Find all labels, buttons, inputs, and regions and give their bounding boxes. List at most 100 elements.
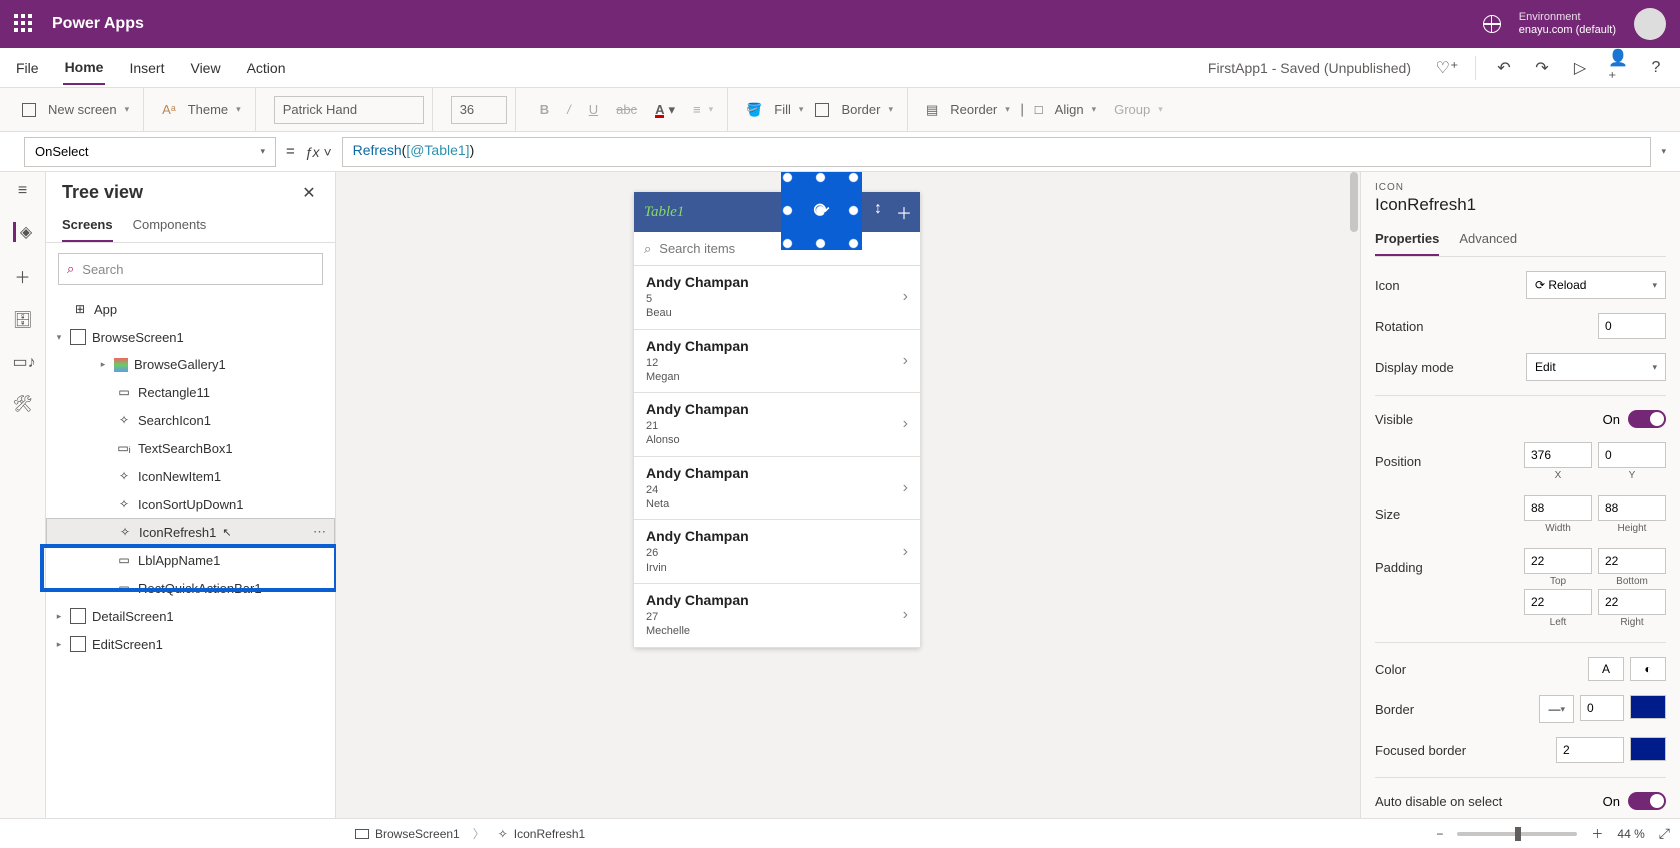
menu-view[interactable]: View [188, 52, 222, 84]
list-item[interactable]: Andy Champan12Megan› [634, 330, 920, 394]
tab-screens[interactable]: Screens [62, 209, 113, 242]
list-item[interactable]: Andy Champan21Alonso› [634, 393, 920, 457]
tree-node-iconsortupdown1[interactable]: ✧ IconSortUpDown1 [46, 490, 335, 518]
fill-button[interactable]: Fill [768, 98, 809, 121]
hamburger-icon[interactable]: ≡ [13, 182, 33, 200]
fit-to-window-icon[interactable]: ⤢ [1659, 825, 1670, 842]
pad-bottom-input[interactable]: 22 [1598, 548, 1666, 574]
list-item[interactable]: Andy Champan26Irvin› [634, 520, 920, 584]
menu-file[interactable]: File [14, 52, 41, 84]
tree-node-iconnewitem1[interactable]: ✧ IconNewItem1 [46, 462, 335, 490]
tree-node-searchicon1[interactable]: ✧ SearchIcon1 [46, 406, 335, 434]
reorder-button[interactable]: Reorder [944, 98, 1016, 121]
caret-down-icon[interactable]: ▾ [54, 332, 64, 343]
tab-components[interactable]: Components [133, 209, 207, 242]
strike-button[interactable]: abc [610, 98, 643, 121]
app-launcher-icon[interactable] [14, 14, 34, 34]
zoom-out-icon[interactable]: − [1436, 827, 1443, 841]
list-item[interactable]: Andy Champan27Mechelle› [634, 584, 920, 648]
focused-border-width-input[interactable]: 2 [1556, 737, 1624, 763]
redo-icon[interactable]: ↷ [1532, 58, 1552, 78]
formula-input[interactable]: Refresh([@Table1]) [342, 137, 1652, 167]
caret-right-icon[interactable]: ▸ [54, 611, 64, 622]
more-options-icon[interactable]: ⋯ [313, 524, 326, 540]
phone-search-box[interactable]: ⌕ Search items [634, 232, 920, 266]
tree-node-rectangle11[interactable]: ▭ Rectangle11 [46, 378, 335, 406]
data-icon[interactable]: 🗄 [13, 310, 33, 330]
text-align-button[interactable]: ≡ [687, 98, 719, 121]
zoom-in-icon[interactable]: ＋ [1591, 825, 1603, 842]
tree-search-input[interactable]: ⌕ Search [58, 253, 323, 285]
italic-button[interactable]: / [561, 98, 577, 121]
close-pane-icon[interactable]: ✕ [299, 183, 319, 203]
tree-node-detailscreen[interactable]: ▸ DetailScreen1 [46, 602, 335, 630]
size-h-input[interactable]: 88 [1598, 495, 1666, 521]
visible-toggle[interactable] [1628, 410, 1666, 428]
icon-dropdown[interactable]: ⟳ Reload▾ [1526, 271, 1666, 299]
tree-node-iconrefresh1[interactable]: ✧ IconRefresh1 ↖ ⋯ [46, 518, 335, 546]
menu-action[interactable]: Action [245, 52, 288, 84]
border-button[interactable]: Border [835, 98, 899, 121]
size-w-input[interactable]: 88 [1524, 495, 1592, 521]
bold-button[interactable]: B [534, 98, 555, 121]
pad-left-input[interactable]: 22 [1524, 589, 1592, 615]
tab-advanced[interactable]: Advanced [1459, 223, 1517, 256]
undo-icon[interactable]: ↶ [1494, 58, 1514, 78]
color-fill-swatch[interactable]: ◐ [1630, 657, 1666, 681]
breadcrumb-control[interactable]: ✧ IconRefresh1 [489, 824, 594, 844]
new-screen-button[interactable]: New screen [42, 98, 135, 121]
font-color-button[interactable]: A ▾ [649, 98, 681, 122]
environment-selector[interactable]: Environment enayu.com (default) [1519, 11, 1616, 37]
design-canvas[interactable]: Table1 ⟳ ↕ ＋ ⟳ ⌕ Search items Andy Champ… [336, 172, 1360, 818]
displaymode-dropdown[interactable]: Edit▾ [1526, 353, 1666, 381]
tree-view-icon[interactable]: ◈ [13, 222, 33, 242]
font-size-input[interactable]: 36 [451, 96, 507, 124]
border-style-dropdown[interactable]: —▾ [1539, 695, 1574, 723]
underline-button[interactable]: U [583, 98, 604, 121]
pad-top-input[interactable]: 22 [1524, 548, 1592, 574]
menu-insert[interactable]: Insert [127, 52, 166, 84]
border-color-swatch[interactable] [1630, 695, 1666, 719]
share-icon[interactable]: 👤⁺ [1608, 58, 1628, 78]
focused-border-color-swatch[interactable] [1630, 737, 1666, 761]
canvas-scrollbar[interactable] [1350, 172, 1358, 818]
caret-right-icon[interactable]: ▸ [54, 639, 64, 650]
media-icon[interactable]: ▭♪ [13, 352, 33, 372]
autodisable-toggle[interactable] [1628, 792, 1666, 810]
property-selector[interactable]: OnSelect ▾ [24, 137, 276, 167]
tree-node-rectquickactionbar1[interactable]: ▭ RectQuickActionBar1 [46, 574, 335, 602]
tools-icon[interactable]: 🛠 [13, 394, 33, 414]
zoom-slider[interactable] [1457, 832, 1577, 836]
caret-right-icon[interactable]: ▸ [98, 359, 108, 370]
color-text-swatch[interactable]: A [1588, 657, 1624, 681]
tree-node-app[interactable]: ⊞ App [46, 295, 335, 323]
sort-icon[interactable]: ↕ [874, 200, 882, 224]
app-checker-icon[interactable]: ♡⁺ [1437, 58, 1457, 78]
add-icon[interactable]: ＋ [896, 200, 912, 224]
tree-node-browsegallery[interactable]: ▸ BrowseGallery1 [46, 351, 335, 378]
border-width-input[interactable]: 0 [1580, 695, 1624, 721]
align-button[interactable]: Align [1049, 98, 1102, 121]
tree-node-lblappname1[interactable]: ▭ LblAppName1 [46, 546, 335, 574]
play-icon[interactable]: ▷ [1570, 58, 1590, 78]
insert-plus-icon[interactable]: ＋ [13, 264, 33, 288]
theme-button[interactable]: Theme [182, 98, 247, 121]
tree-node-browsescreen[interactable]: ▾ BrowseScreen1 [46, 323, 335, 351]
tab-properties[interactable]: Properties [1375, 223, 1439, 256]
help-icon[interactable]: ? [1646, 58, 1666, 78]
breadcrumb-screen[interactable]: BrowseScreen1 [346, 824, 469, 844]
list-item[interactable]: Andy Champan24Neta› [634, 457, 920, 521]
position-x-input[interactable]: 376 [1524, 442, 1592, 468]
tree-node-editscreen[interactable]: ▸ EditScreen1 [46, 630, 335, 658]
rotation-input[interactable]: 0 [1598, 313, 1666, 339]
fx-icon[interactable]: ƒx ˅ [305, 144, 332, 160]
formula-expand-icon[interactable]: ▾ [1661, 146, 1666, 157]
tree-node-textsearchbox1[interactable]: ▭ᵢ TextSearchBox1 [46, 434, 335, 462]
font-selector[interactable]: Patrick Hand [274, 96, 424, 124]
pad-right-input[interactable]: 22 [1598, 589, 1666, 615]
position-y-input[interactable]: 0 [1598, 442, 1666, 468]
list-item[interactable]: Andy Champan5Beau› [634, 266, 920, 330]
menu-home[interactable]: Home [63, 51, 106, 85]
group-button[interactable]: Group [1108, 98, 1169, 121]
user-avatar[interactable] [1634, 8, 1666, 40]
